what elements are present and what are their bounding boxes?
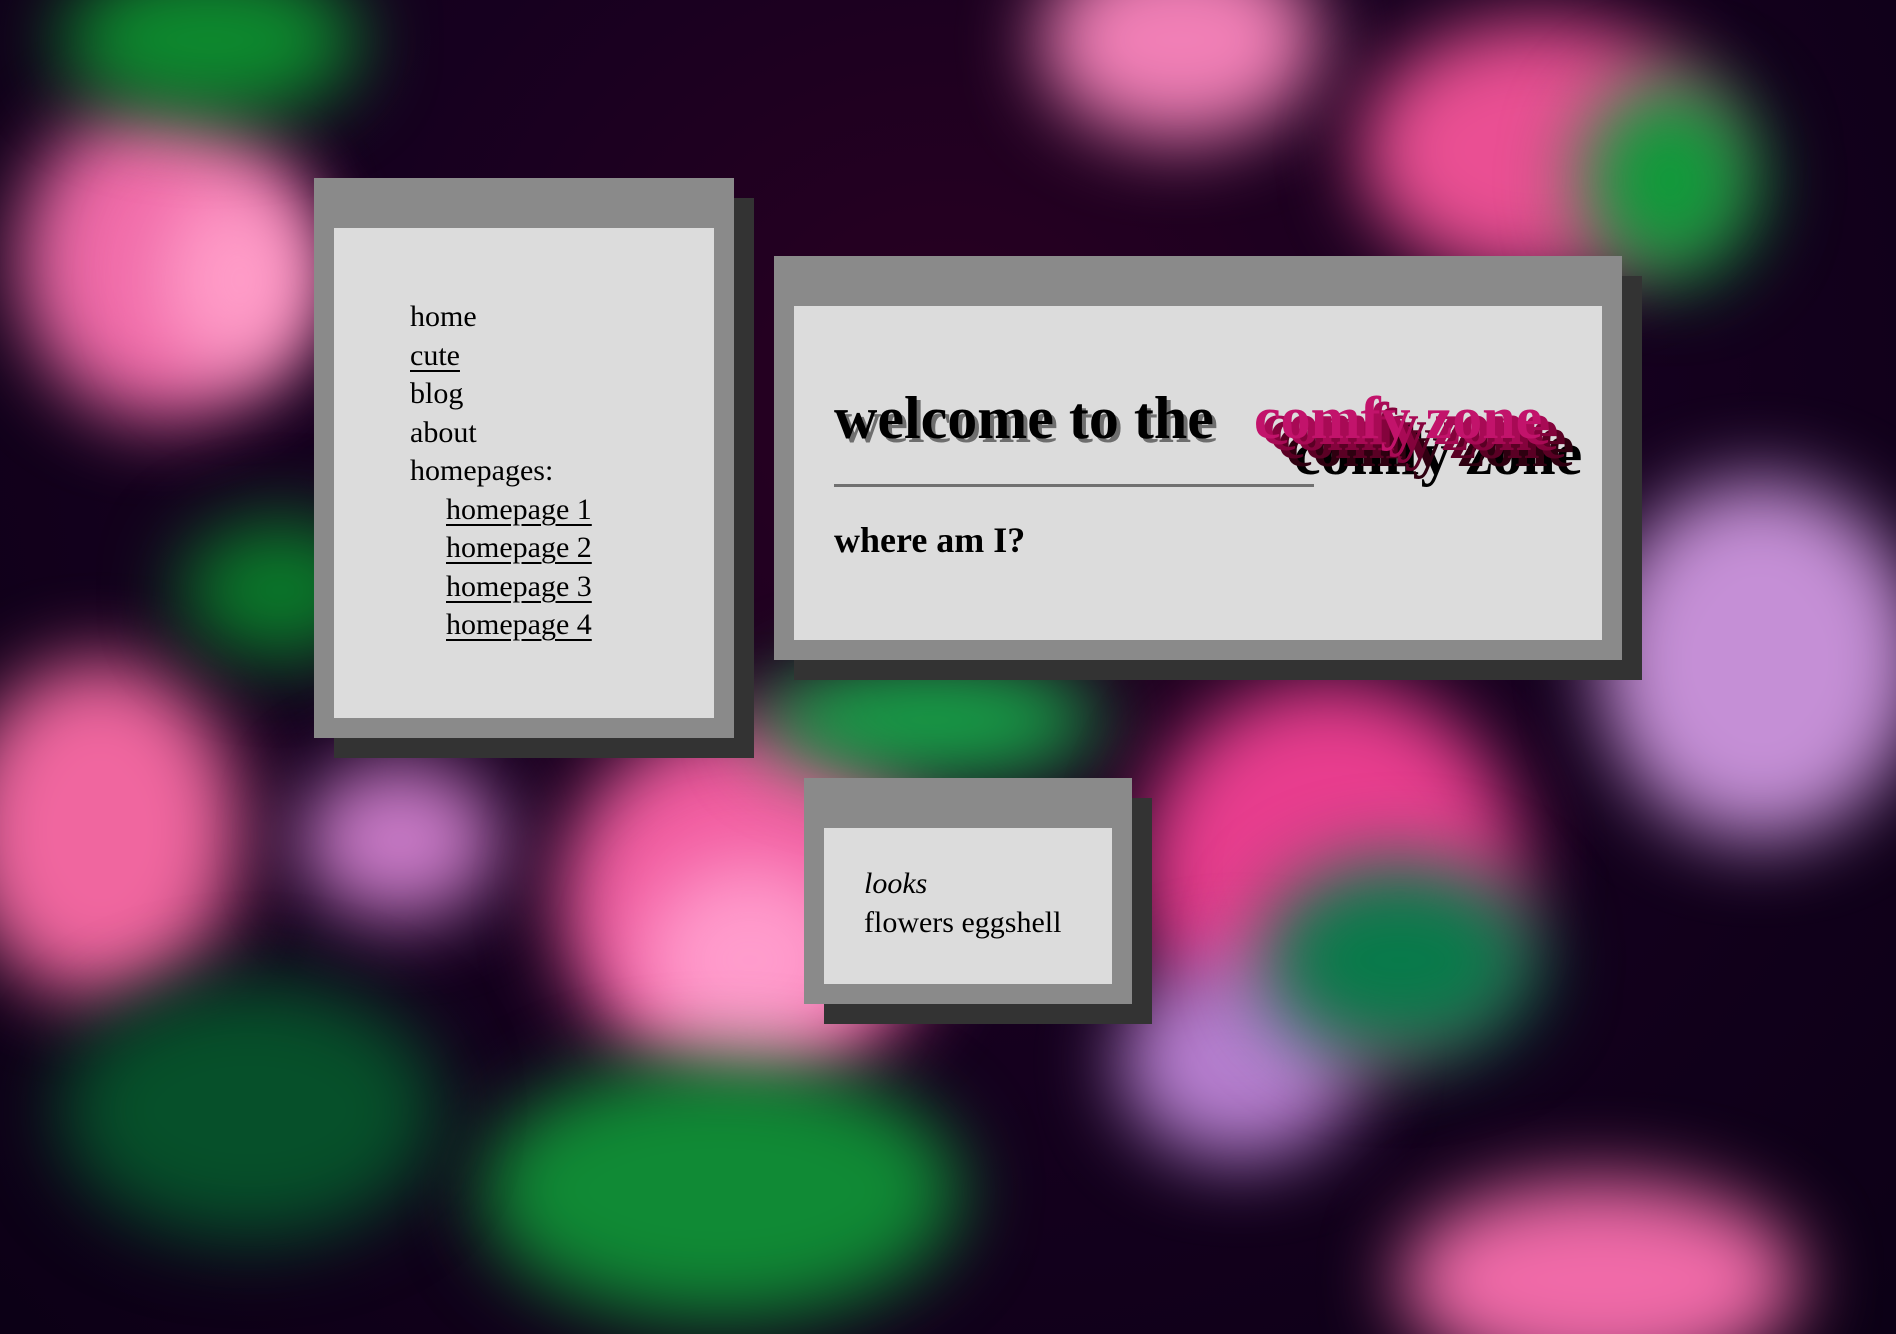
welcome-panel-body: welcome to the comfy zone comfy zone com…	[794, 306, 1602, 640]
homepage-item: homepage 1	[446, 491, 714, 530]
title-divider	[834, 484, 1314, 487]
subtitle: where am I?	[834, 520, 1026, 560]
homepage-3-link[interactable]: homepage 3	[446, 570, 592, 603]
looks-panel-body: looks flowers eggshell	[824, 828, 1112, 984]
homepage-item: homepage 2	[446, 529, 714, 568]
title-prefix: welcome to the	[834, 385, 1214, 451]
floral-background	[0, 0, 1896, 1334]
looks-panel: looks flowers eggshell	[804, 778, 1132, 1004]
homepages-list: homepage 1 homepage 2 homepage 3 homepag…	[410, 491, 714, 645]
homepage-2-link[interactable]: homepage 2	[446, 531, 592, 564]
nav-panel: home cute blog about homepages: homepage…	[314, 178, 734, 738]
homepage-item: homepage 3	[446, 568, 714, 607]
homepage-1-link[interactable]: homepage 1	[446, 493, 592, 526]
title-highlight: comfy zone	[1254, 385, 1543, 451]
title-highlight-stack: comfy zone comfy zone comfy zone comfy z…	[1254, 386, 1594, 506]
nav-link-home[interactable]: home	[410, 300, 477, 333]
nav-item-cute: cute	[410, 337, 714, 376]
nav-link-cute[interactable]: cute	[410, 339, 460, 372]
nav-item-homepages: homepages: homepage 1 homepage 2 homepag…	[410, 452, 714, 645]
nav-item-home: home	[410, 298, 714, 337]
looks-value: flowers eggshell	[864, 906, 1062, 939]
looks-label: looks	[864, 867, 928, 900]
nav-link-blog[interactable]: blog	[410, 377, 463, 410]
page-title: welcome to the comfy zone comfy zone com…	[834, 385, 1602, 486]
nav-list: home cute blog about homepages: homepage…	[410, 298, 714, 645]
homepages-label: homepages:	[410, 454, 554, 487]
homepage-item: homepage 4	[446, 606, 714, 645]
welcome-panel: welcome to the comfy zone comfy zone com…	[774, 256, 1622, 660]
nav-item-blog: blog	[410, 375, 714, 414]
homepage-4-link[interactable]: homepage 4	[446, 608, 592, 641]
nav-panel-body: home cute blog about homepages: homepage…	[334, 228, 714, 718]
nav-item-about: about	[410, 414, 714, 453]
nav-link-about[interactable]: about	[410, 416, 477, 449]
